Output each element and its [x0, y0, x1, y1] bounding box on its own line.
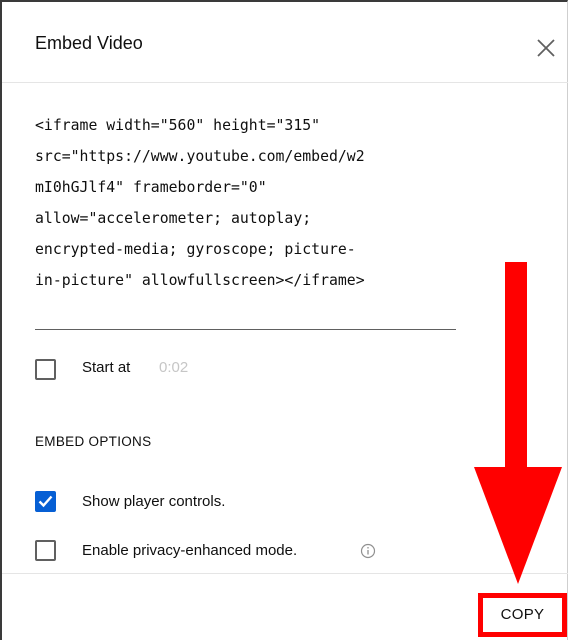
start-time-input[interactable]: 0:02 — [159, 359, 188, 376]
copy-button[interactable]: COPY — [478, 593, 567, 637]
info-icon[interactable] — [360, 543, 376, 559]
dialog-header: Embed Video — [2, 2, 568, 83]
code-line: encrypted-media; gyroscope; picture- — [35, 241, 356, 258]
code-line: allow="accelerometer; autoplay; — [35, 210, 312, 227]
code-line: src="https://www.youtube.com/embed/w2 — [35, 148, 365, 165]
privacy-mode-label: Enable privacy-enhanced mode. — [82, 542, 298, 559]
code-line: mI0hGJlf4" frameborder="0" — [35, 179, 267, 196]
code-underline — [35, 329, 456, 330]
footer-divider — [2, 573, 568, 574]
checkmark-icon — [38, 495, 53, 508]
code-line: in-picture" allowfullscreen></iframe> — [35, 272, 365, 289]
close-icon[interactable] — [535, 37, 557, 59]
privacy-mode-checkbox[interactable] — [35, 540, 56, 561]
embed-code-textarea[interactable]: <iframe width="560" height="315" src="ht… — [35, 110, 475, 296]
embed-video-dialog: Embed Video <iframe width="560" height="… — [0, 0, 568, 640]
code-line: <iframe width="560" height="315" — [35, 117, 321, 134]
start-at-checkbox[interactable] — [35, 359, 56, 380]
show-player-controls-checkbox[interactable] — [35, 491, 56, 512]
show-player-controls-label: Show player controls. — [82, 493, 226, 510]
dialog-title: Embed Video — [35, 33, 143, 53]
embed-options-heading: EMBED OPTIONS — [35, 434, 152, 449]
start-at-label: Start at — [82, 359, 131, 376]
